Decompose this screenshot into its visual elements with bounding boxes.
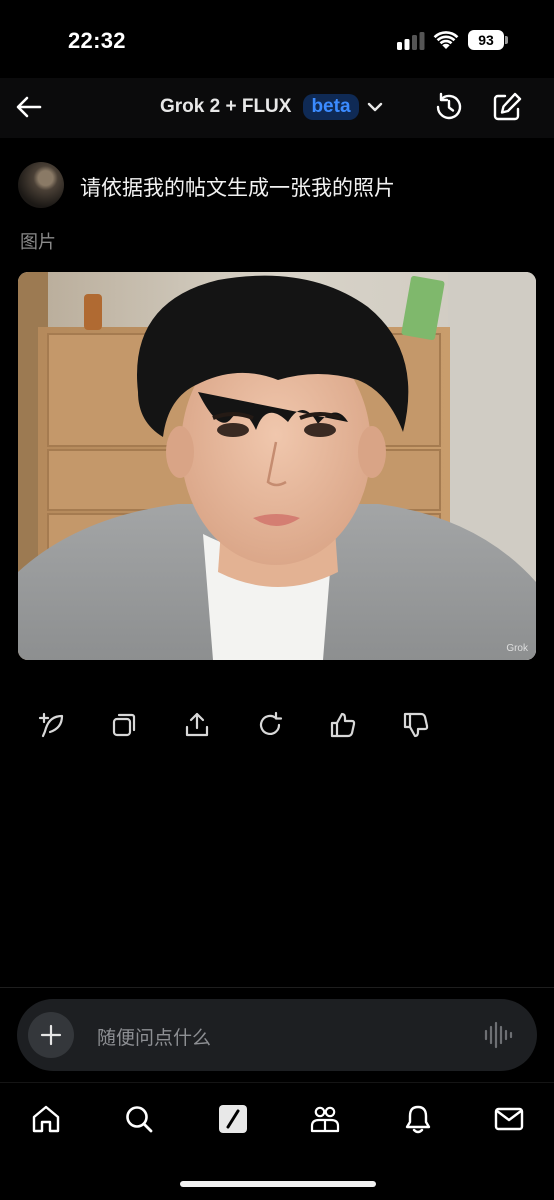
battery-indicator: 93 <box>468 30 508 50</box>
copy-button[interactable] <box>109 708 182 742</box>
cellular-signal-icon <box>397 32 425 50</box>
chat-header: Grok 2 + FLUX beta <box>0 78 554 138</box>
grok-icon[interactable] <box>217 1103 249 1135</box>
input-placeholder: 随便问点什么 <box>97 1028 212 1049</box>
refresh-button[interactable] <box>255 708 328 742</box>
new-chat-icon[interactable] <box>490 90 524 124</box>
notifications-icon[interactable] <box>402 1103 434 1135</box>
status-bar: 22:32 93 <box>0 0 554 80</box>
refresh-icon <box>259 711 283 736</box>
messages-icon[interactable] <box>493 1103 525 1135</box>
share-button[interactable] <box>182 708 255 742</box>
regenerate-button[interactable] <box>36 708 109 742</box>
dislike-button[interactable] <box>401 708 474 742</box>
plus-icon <box>40 1024 62 1046</box>
like-button[interactable] <box>328 708 401 742</box>
wifi-icon <box>433 31 459 49</box>
thumbs-up-icon <box>330 712 356 738</box>
communities-icon[interactable] <box>309 1103 341 1135</box>
prompt-input[interactable]: 随便问点什么 <box>17 999 537 1071</box>
model-selector[interactable]: Grok 2 + FLUX beta <box>160 91 385 123</box>
voice-waveform-icon[interactable] <box>483 1021 513 1049</box>
home-indicator <box>180 1181 376 1187</box>
user-avatar[interactable] <box>18 162 64 208</box>
chevron-down-icon <box>367 102 382 112</box>
home-icon[interactable] <box>30 1103 62 1135</box>
generated-image[interactable]: Grok <box>18 272 536 660</box>
thumbs-down-icon <box>403 712 429 738</box>
search-icon[interactable] <box>123 1103 155 1135</box>
regenerate-icon <box>38 712 64 738</box>
response-actions <box>36 708 474 742</box>
status-time: 22:32 <box>68 28 126 53</box>
composer-divider <box>0 987 554 988</box>
user-message: 请依据我的帖文生成一张我的照片 <box>80 177 395 200</box>
model-title: Grok 2 + FLUX <box>160 96 292 117</box>
image-label: 图片 <box>20 232 56 252</box>
beta-badge: beta <box>303 94 359 120</box>
image-watermark: Grok <box>506 643 528 654</box>
attach-button[interactable] <box>28 1012 74 1058</box>
share-icon <box>185 712 209 737</box>
copy-icon <box>112 713 136 737</box>
battery-level: 93 <box>468 30 504 50</box>
history-icon[interactable] <box>432 90 466 124</box>
back-arrow-icon[interactable] <box>14 92 44 122</box>
